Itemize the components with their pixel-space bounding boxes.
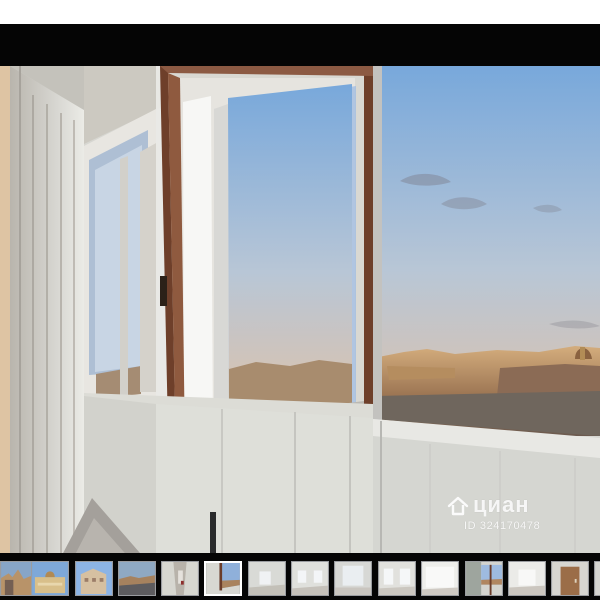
thumbnail-12[interactable] (465, 561, 503, 596)
thumbnail-13[interactable] (508, 561, 546, 596)
main-photo[interactable]: циан ID 324170478 (0, 66, 600, 576)
top-white-margin (0, 0, 600, 24)
empty-room-thumbnail-icon (249, 562, 285, 595)
viewer-top-black-bar (0, 24, 600, 66)
balcony-window-thumbnail-icon (206, 563, 240, 594)
palace-thumbnail-icon (32, 562, 68, 595)
interior-room-thumbnail-2-icon (379, 562, 415, 595)
edge-thumbnail-icon (595, 562, 600, 595)
photo-viewer: циан ID 324170478 (0, 24, 600, 600)
thumbnail-4[interactable] (118, 561, 156, 596)
thumbnail-2[interactable] (31, 561, 69, 596)
thumbnail-9[interactable] (334, 561, 372, 596)
white-interior-thumbnail-icon (509, 562, 545, 595)
white-room-thumbnail-icon (422, 562, 458, 595)
thumbnail-strip[interactable] (0, 553, 600, 600)
thumbnail-7[interactable] (248, 561, 286, 596)
thumbnail-10[interactable] (378, 561, 416, 596)
thumbnail-8[interactable] (291, 561, 329, 596)
panorama-thumbnail-icon (119, 562, 155, 595)
thumbnail-11[interactable] (421, 561, 459, 596)
window-view-thumbnail-icon (466, 562, 502, 595)
thumbnail-5[interactable] (161, 561, 199, 596)
building-exterior-thumbnail-icon (76, 562, 112, 595)
thumbnail-6-active[interactable] (204, 561, 242, 596)
empty-room-windows-thumbnail-icon (292, 562, 328, 595)
door-thumbnail-icon (552, 562, 588, 595)
thumbnail-14[interactable] (551, 561, 589, 596)
thumbnail-15[interactable] (594, 561, 600, 596)
interior-room-thumbnail-icon (335, 562, 371, 595)
thumbnail-3[interactable] (75, 561, 113, 596)
hallway-thumbnail-icon (162, 562, 198, 595)
balcony-city-view-photo (0, 66, 600, 576)
